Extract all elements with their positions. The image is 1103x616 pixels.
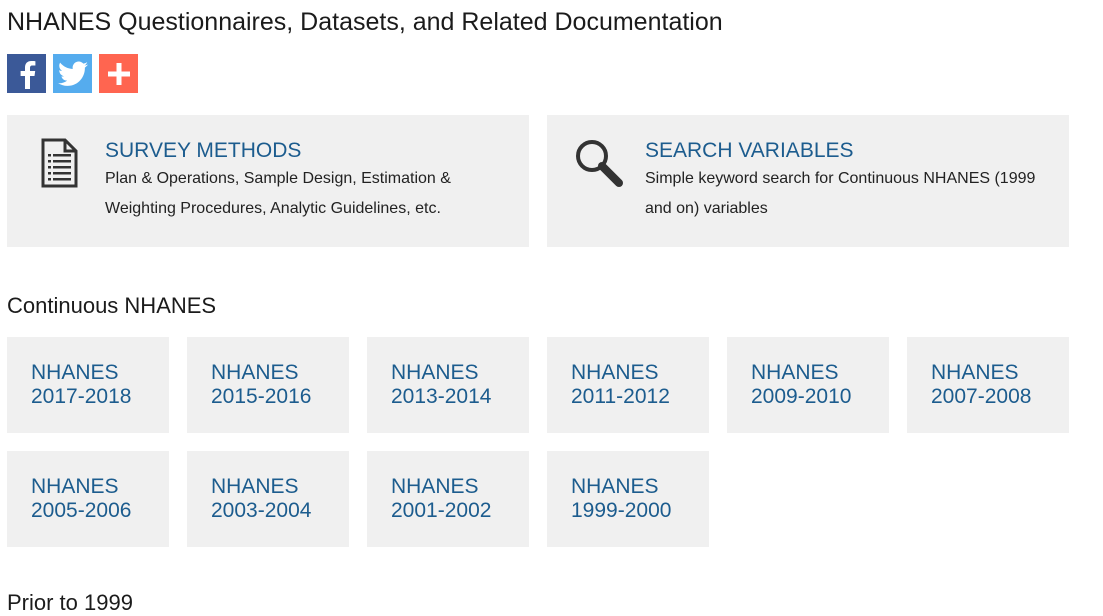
cycle-label-name: NHANES [931,361,1019,384]
facebook-icon [20,60,35,89]
search-variables-title[interactable]: SEARCH VARIABLES [645,139,854,163]
cycle-label-name: NHANES [211,475,299,498]
cycle-link[interactable]: NHANES 2009-2010 [751,361,851,409]
search-variables-card[interactable]: SEARCH VARIABLES Simple keyword search f… [547,115,1069,247]
cycle-label-years: 2003-2004 [211,499,312,522]
cycle-tile-2015-2016[interactable]: NHANES 2015-2016 [187,337,349,433]
cycle-tile-2013-2014[interactable]: NHANES 2013-2014 [367,337,529,433]
cycle-label-years: 2009-2010 [751,385,852,408]
cycle-label-name: NHANES [571,361,659,384]
cycle-label-years: 2011-2012 [571,385,670,408]
addthis-share-button[interactable] [99,54,138,93]
cycle-tile-2017-2018[interactable]: NHANES 2017-2018 [7,337,169,433]
cycle-label-name: NHANES [391,361,479,384]
cycle-tile-2007-2008[interactable]: NHANES 2007-2008 [907,337,1069,433]
cycle-label-years: 2017-2018 [31,385,132,408]
social-share-bar [7,54,138,93]
cycle-label-name: NHANES [751,361,839,384]
cycle-tile-2001-2002[interactable]: NHANES 2001-2002 [367,451,529,547]
twitter-share-button[interactable] [53,54,92,93]
cycle-tile-2003-2004[interactable]: NHANES 2003-2004 [187,451,349,547]
facebook-share-button[interactable] [7,54,46,93]
cycle-label-name: NHANES [211,361,299,384]
cycle-link[interactable]: NHANES 2001-2002 [391,475,491,523]
cycle-label-name: NHANES [31,361,119,384]
search-variables-description: Simple keyword search for Continuous NHA… [645,170,1036,217]
cycle-label-name: NHANES [391,475,479,498]
cycle-link[interactable]: NHANES 1999-2000 [571,475,671,523]
prior-to-1999-heading: Prior to 1999 [7,590,133,615]
cycle-label-years: 2001-2002 [391,499,492,522]
cycle-link[interactable]: NHANES 2005-2006 [31,475,131,523]
cycle-label-years: 2015-2016 [211,385,312,408]
cycle-tile-2005-2006[interactable]: NHANES 2005-2006 [7,451,169,547]
cycle-label-years: 2005-2006 [31,499,132,522]
cycle-tile-2009-2010[interactable]: NHANES 2009-2010 [727,337,889,433]
survey-methods-description: Plan & Operations, Sample Design, Estima… [105,170,451,217]
cycle-tile-1999-2000[interactable]: NHANES 1999-2000 [547,451,709,547]
document-icon [41,138,78,188]
cycle-link[interactable]: NHANES 2017-2018 [31,361,131,409]
cycle-link[interactable]: NHANES 2015-2016 [211,361,311,409]
cycle-link[interactable]: NHANES 2007-2008 [931,361,1031,409]
cycle-label-years: 2013-2014 [391,385,492,408]
continuous-nhanes-heading: Continuous NHANES [7,293,217,318]
cycle-label-years: 2007-2008 [931,385,1032,408]
cycle-tile-2011-2012[interactable]: NHANES 2011-2012 [547,337,709,433]
cycle-label-years: 1999-2000 [571,499,672,522]
cycle-label-name: NHANES [31,475,119,498]
survey-methods-title[interactable]: SURVEY METHODS [105,139,301,163]
cycle-link[interactable]: NHANES 2013-2014 [391,361,491,409]
cycle-link[interactable]: NHANES 2003-2004 [211,475,311,523]
page-title: NHANES Questionnaires, Datasets, and Rel… [7,8,723,36]
twitter-icon [57,61,88,86]
cycle-link[interactable]: NHANES 2011-2012 [571,361,670,409]
plus-icon [107,62,130,85]
survey-methods-card[interactable]: SURVEY METHODS Plan & Operations, Sample… [7,115,529,247]
cycle-label-name: NHANES [571,475,659,498]
magnifier-icon [576,140,623,187]
